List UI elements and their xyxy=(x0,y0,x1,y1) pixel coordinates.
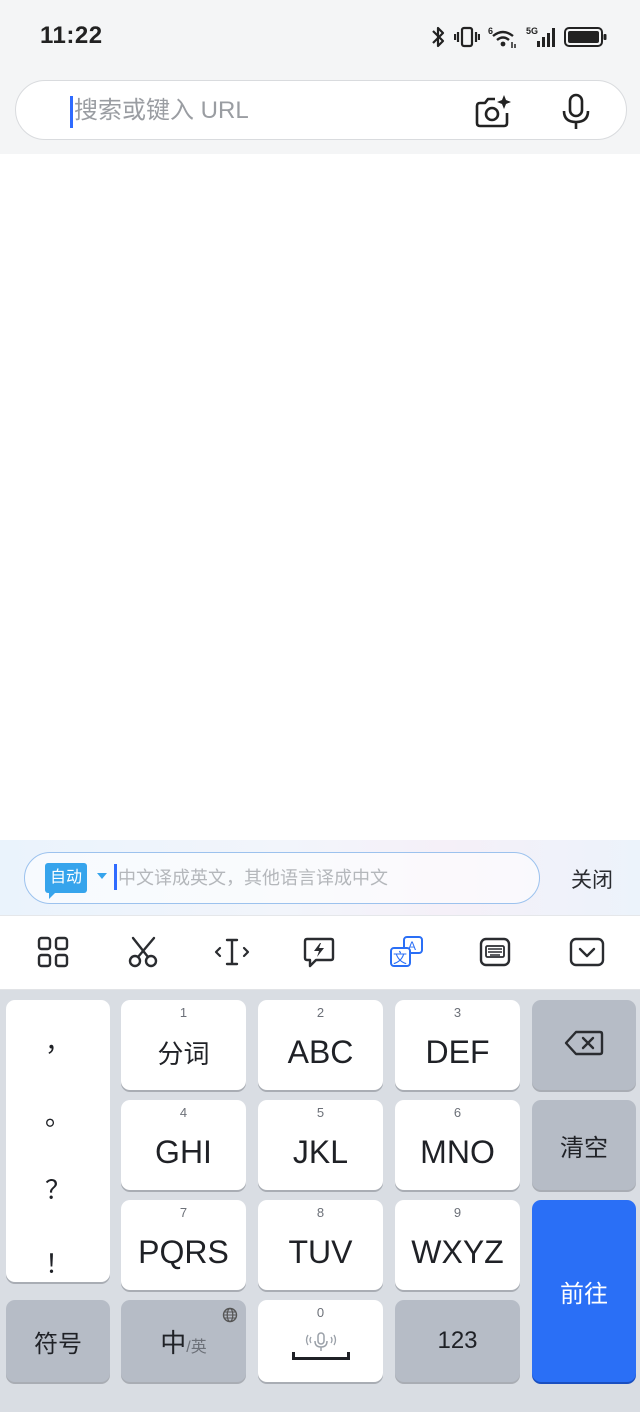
key-number: 8 xyxy=(316,1205,325,1220)
space-button[interactable]: 0 xyxy=(258,1300,383,1382)
key-label: MNO xyxy=(420,1133,495,1170)
keyboard-toolbar: A文 xyxy=(0,916,640,990)
wifi-6-icon: 6 xyxy=(488,25,518,49)
key-9-wxyz[interactable]: 9 WXYZ xyxy=(395,1200,520,1290)
key-8-tuv[interactable]: 8 TUV xyxy=(258,1200,383,1290)
url-bar[interactable] xyxy=(15,80,627,140)
key-4-ghi[interactable]: 4 GHI xyxy=(121,1100,246,1190)
svg-text:5G: 5G xyxy=(526,26,538,36)
key-number: 3 xyxy=(453,1005,462,1020)
bluetooth-icon xyxy=(430,25,446,49)
key-label: JKL xyxy=(292,1133,349,1170)
url-area xyxy=(0,76,640,154)
punct-key-exclaim[interactable]: ！ xyxy=(6,1244,110,1281)
lang-primary-label: 中 xyxy=(160,1327,187,1358)
cursor-move-icon[interactable] xyxy=(210,932,254,972)
status-icons: 6 5G xyxy=(430,22,608,52)
auto-language-badge[interactable]: 自动 xyxy=(45,863,87,899)
clear-button[interactable]: 清空 xyxy=(532,1100,636,1190)
go-button[interactable]: 前往 xyxy=(532,1200,636,1382)
key-label: GHI xyxy=(155,1133,212,1170)
key-label: ABC xyxy=(287,1033,354,1070)
url-input[interactable] xyxy=(74,89,454,133)
page-content xyxy=(0,154,640,840)
symbol-label: 符号 xyxy=(34,1330,82,1358)
svg-text:6: 6 xyxy=(488,26,493,36)
lang-secondary-label: /英 xyxy=(186,1338,207,1356)
key-number: 4 xyxy=(179,1105,188,1120)
key-label: PQRS xyxy=(138,1233,229,1270)
5g-signal-icon: 5G xyxy=(526,25,556,49)
key-3-def[interactable]: 3 DEF xyxy=(395,1000,520,1090)
dropdown-arrow-icon[interactable] xyxy=(95,869,109,883)
scissors-icon[interactable] xyxy=(122,932,166,972)
key-number: 5 xyxy=(316,1105,325,1120)
key-number: 7 xyxy=(179,1205,188,1220)
grid-icon[interactable] xyxy=(31,932,75,972)
translate-bar: 自动 关闭 xyxy=(0,840,640,916)
key-number: 1 xyxy=(179,1005,188,1020)
quick-reply-icon[interactable] xyxy=(297,932,341,972)
translate-icon[interactable]: A文 xyxy=(385,932,429,972)
punct-key-period[interactable]: 。 xyxy=(6,1096,110,1133)
text-caret xyxy=(114,864,117,890)
keyboard-icon[interactable] xyxy=(473,932,517,972)
key-number: 9 xyxy=(453,1205,462,1220)
keyboard: ， 。 ？ ！ 1 分词 2 ABC 3 DEF 4 GHI 5 JKL 6 M… xyxy=(0,990,640,1412)
camera-sparkle-icon[interactable] xyxy=(468,87,518,137)
key-2-abc[interactable]: 2 ABC xyxy=(258,1000,383,1090)
punctuation-column: ， 。 ？ ！ xyxy=(6,1000,110,1282)
key-label: WXYZ xyxy=(411,1233,504,1270)
key-5-jkl[interactable]: 5 JKL xyxy=(258,1100,383,1190)
punct-key-question[interactable]: ？ xyxy=(6,1170,110,1207)
go-label: 前往 xyxy=(560,1280,608,1308)
key-7-pqrs[interactable]: 7 PQRS xyxy=(121,1200,246,1290)
key-number: 6 xyxy=(453,1105,462,1120)
backspace-icon xyxy=(564,1029,604,1062)
number-mode-label: 123 xyxy=(437,1327,478,1354)
clear-label: 清空 xyxy=(560,1134,608,1162)
punct-key-comma[interactable]: ， xyxy=(6,1022,110,1059)
language-switch-button[interactable]: 中/英 xyxy=(121,1300,246,1382)
svg-text:文: 文 xyxy=(393,951,407,967)
number-mode-button[interactable]: 123 xyxy=(395,1300,520,1382)
key-number: 2 xyxy=(316,1005,325,1020)
translate-input[interactable] xyxy=(118,861,518,895)
key-label: DEF xyxy=(425,1033,490,1070)
globe-icon xyxy=(222,1307,238,1328)
vibrate-icon xyxy=(454,25,480,49)
backspace-button[interactable] xyxy=(532,1000,636,1090)
status-bar: 11:22 6 5G xyxy=(0,0,640,76)
key-label: TUV xyxy=(288,1233,353,1270)
key-1-segment[interactable]: 1 分词 xyxy=(121,1000,246,1090)
symbol-button[interactable]: 符号 xyxy=(6,1300,110,1382)
text-caret xyxy=(70,96,73,128)
translate-field[interactable]: 自动 xyxy=(24,852,540,904)
close-translate-button[interactable]: 关闭 xyxy=(560,864,624,894)
status-time: 11:22 xyxy=(40,22,103,49)
battery-icon xyxy=(564,25,608,49)
key-6-mno[interactable]: 6 MNO xyxy=(395,1100,520,1190)
space-bar-icon xyxy=(292,1352,350,1360)
key-number: 0 xyxy=(316,1305,325,1320)
microphone-icon[interactable] xyxy=(551,87,601,137)
key-label: 分词 xyxy=(157,1038,210,1069)
collapse-keyboard-icon[interactable] xyxy=(565,932,609,972)
